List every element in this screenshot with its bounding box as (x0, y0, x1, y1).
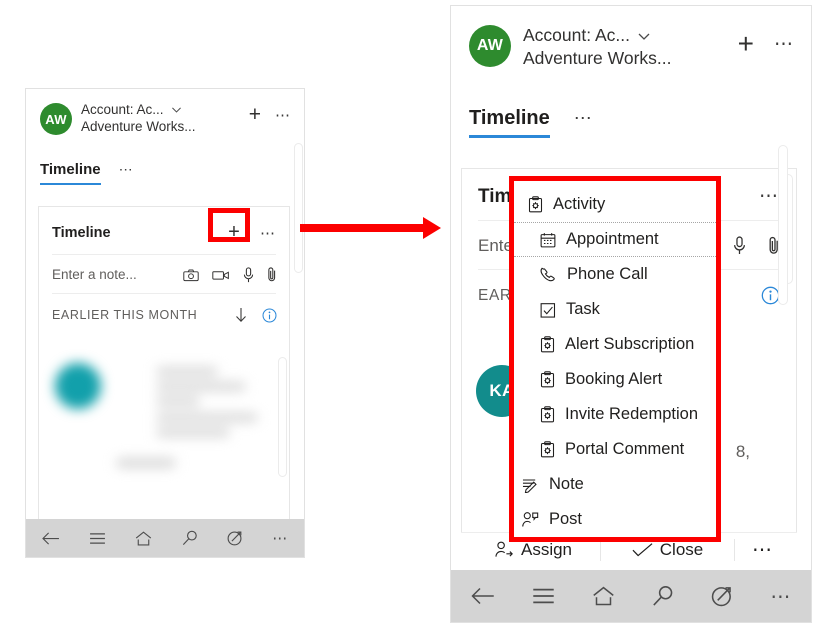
section-label: EAR (478, 286, 512, 304)
home-icon[interactable] (135, 531, 152, 546)
more-icon[interactable]: ⋯ (272, 529, 289, 547)
close-button[interactable]: Close (601, 540, 734, 560)
menu-icon[interactable] (89, 532, 106, 545)
left-account-text: Account: Ac... Adventure Works... (81, 101, 196, 135)
chevron-down-icon[interactable] (636, 28, 652, 44)
record-text-fragment: 8, (735, 442, 750, 461)
tab-active-underline (40, 183, 101, 185)
tab-overflow-button[interactable]: ⋯ (119, 161, 135, 178)
right-account-text: Account: Ac... Adventure Works... (523, 24, 672, 70)
more-button[interactable]: ⋯ (275, 106, 292, 124)
search-icon[interactable] (182, 530, 198, 546)
chevron-down-icon[interactable] (170, 103, 183, 116)
right-bottom-nav: ⋯ (451, 570, 811, 622)
more-button[interactable]: ⋯ (774, 33, 795, 56)
close-label: Close (659, 539, 704, 559)
section-header-actions (234, 307, 277, 323)
left-timeline-card-header: Timeline + ⋯ (39, 207, 289, 254)
note-icon-group (733, 235, 780, 256)
left-timeline-card: Timeline + ⋯ Enter a note... EARLIER THI… (38, 206, 290, 557)
left-account-type: Account: Ac... (81, 102, 164, 117)
left-account-name: Adventure Works... (81, 119, 196, 134)
video-icon[interactable] (212, 269, 230, 281)
arrow-down-icon[interactable] (234, 307, 248, 323)
left-account-header[interactable]: AW Account: Ac... Adventure Works... + ⋯ (26, 89, 304, 135)
left-phone-frame: AW Account: Ac... Adventure Works... + ⋯ (25, 88, 305, 558)
right-account-type: Account: Ac... (523, 25, 630, 45)
more-icon[interactable]: ⋯ (770, 584, 792, 609)
left-phone-panel: AW Account: Ac... Adventure Works... + ⋯ (25, 88, 305, 558)
avatar-initials: AW (476, 37, 504, 54)
avatar: AW (469, 25, 511, 67)
blurred-avatar (55, 363, 101, 409)
attachment-icon[interactable] (267, 266, 277, 283)
camera-icon[interactable] (183, 268, 199, 282)
back-icon[interactable] (470, 586, 495, 606)
left-bottom-nav: ⋯ (26, 519, 304, 557)
timeline-scrollbar[interactable] (278, 357, 287, 477)
tab-timeline[interactable]: Timeline (469, 107, 550, 138)
section-label: EARLIER THIS MONTH (52, 308, 198, 322)
tab-timeline-label: Timeline (40, 161, 101, 178)
assign-label: Assign (520, 539, 573, 559)
home-icon[interactable] (592, 586, 615, 606)
add-button[interactable]: + (249, 103, 261, 127)
compass-icon[interactable] (227, 530, 243, 546)
tab-active-underline (469, 135, 550, 138)
back-icon[interactable] (41, 531, 60, 546)
assign-button[interactable]: Assign (467, 540, 600, 560)
menu-icon[interactable] (532, 587, 555, 605)
right-timeline-card-actions: ⋯ (759, 185, 780, 208)
avatar-initials: AW (45, 111, 67, 127)
timeline-more-button[interactable]: ⋯ (759, 185, 780, 208)
note-input-placeholder[interactable]: Enter a note... (52, 267, 137, 282)
tab-timeline-label: Timeline (469, 107, 550, 129)
arrow-head (423, 217, 441, 239)
left-note-row[interactable]: Enter a note... (39, 255, 289, 293)
left-header-actions: + ⋯ (249, 103, 292, 127)
info-icon[interactable] (262, 308, 277, 323)
arrow-shaft (300, 224, 428, 232)
left-panel-scrollbar[interactable] (294, 143, 303, 273)
left-section-header: EARLIER THIS MONTH (39, 294, 289, 332)
compass-icon[interactable] (711, 585, 733, 607)
left-tabstrip: Timeline ⋯ (26, 161, 304, 185)
tab-timeline[interactable]: Timeline (40, 161, 101, 185)
microphone-icon[interactable] (733, 236, 746, 255)
right-header-actions: + ⋯ (738, 28, 795, 60)
right-account-header[interactable]: AW Account: Ac... Adventure Works... + ⋯ (451, 6, 811, 70)
highlight-activity-menu (509, 176, 721, 542)
assign-person-icon (495, 541, 514, 558)
note-icon-group (183, 266, 277, 283)
left-account-line1: Account: Ac... (81, 101, 196, 118)
left-blurred-record-content (39, 353, 287, 510)
timeline-card-title: Tim (478, 185, 512, 207)
tab-overflow-button[interactable]: ⋯ (574, 108, 594, 129)
right-tabstrip: Timeline ⋯ (451, 107, 811, 138)
microphone-icon[interactable] (243, 266, 254, 283)
add-button[interactable]: + (738, 28, 754, 60)
highlight-add-button-left (208, 208, 250, 242)
right-panel-scrollbar[interactable] (778, 145, 788, 305)
command-more-button[interactable]: ⋯ (735, 537, 791, 562)
avatar: AW (40, 103, 72, 135)
check-icon (632, 542, 653, 558)
search-icon[interactable] (652, 585, 674, 607)
timeline-more-button[interactable]: ⋯ (260, 224, 277, 242)
right-account-name: Adventure Works... (523, 48, 672, 68)
timeline-card-title: Timeline (52, 224, 111, 241)
note-input-placeholder[interactable]: Ente (478, 236, 513, 256)
right-account-line1: Account: Ac... (523, 24, 672, 47)
screenshot-root: AW Account: Ac... Adventure Works... + ⋯ (0, 0, 818, 632)
